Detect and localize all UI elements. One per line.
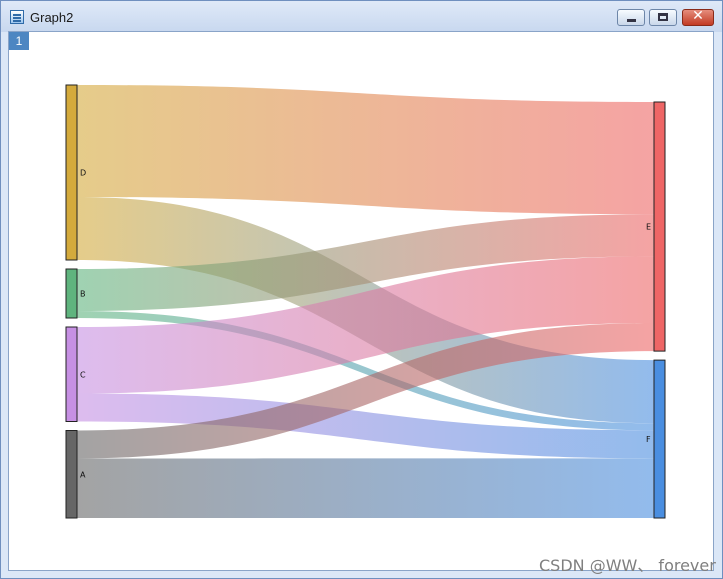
node-label-E: E bbox=[646, 223, 651, 232]
node-E bbox=[653, 101, 666, 352]
watermark: CSDN @WW、 forever bbox=[539, 556, 716, 575]
node-A bbox=[65, 430, 78, 519]
link-A-to-F bbox=[77, 458, 654, 518]
link-D-to-E bbox=[77, 85, 654, 215]
sankey-chart: D B C A E F bbox=[65, 84, 666, 519]
node-label-D: D bbox=[80, 169, 86, 178]
sankey-links bbox=[77, 85, 654, 518]
node-B bbox=[65, 268, 78, 319]
node-label-F: F bbox=[646, 435, 651, 444]
node-label-B: B bbox=[80, 290, 86, 299]
node-D bbox=[65, 84, 78, 261]
node-label-C: C bbox=[80, 370, 86, 379]
node-label-A: A bbox=[80, 470, 86, 479]
node-F bbox=[653, 359, 666, 519]
node-C bbox=[65, 326, 78, 422]
